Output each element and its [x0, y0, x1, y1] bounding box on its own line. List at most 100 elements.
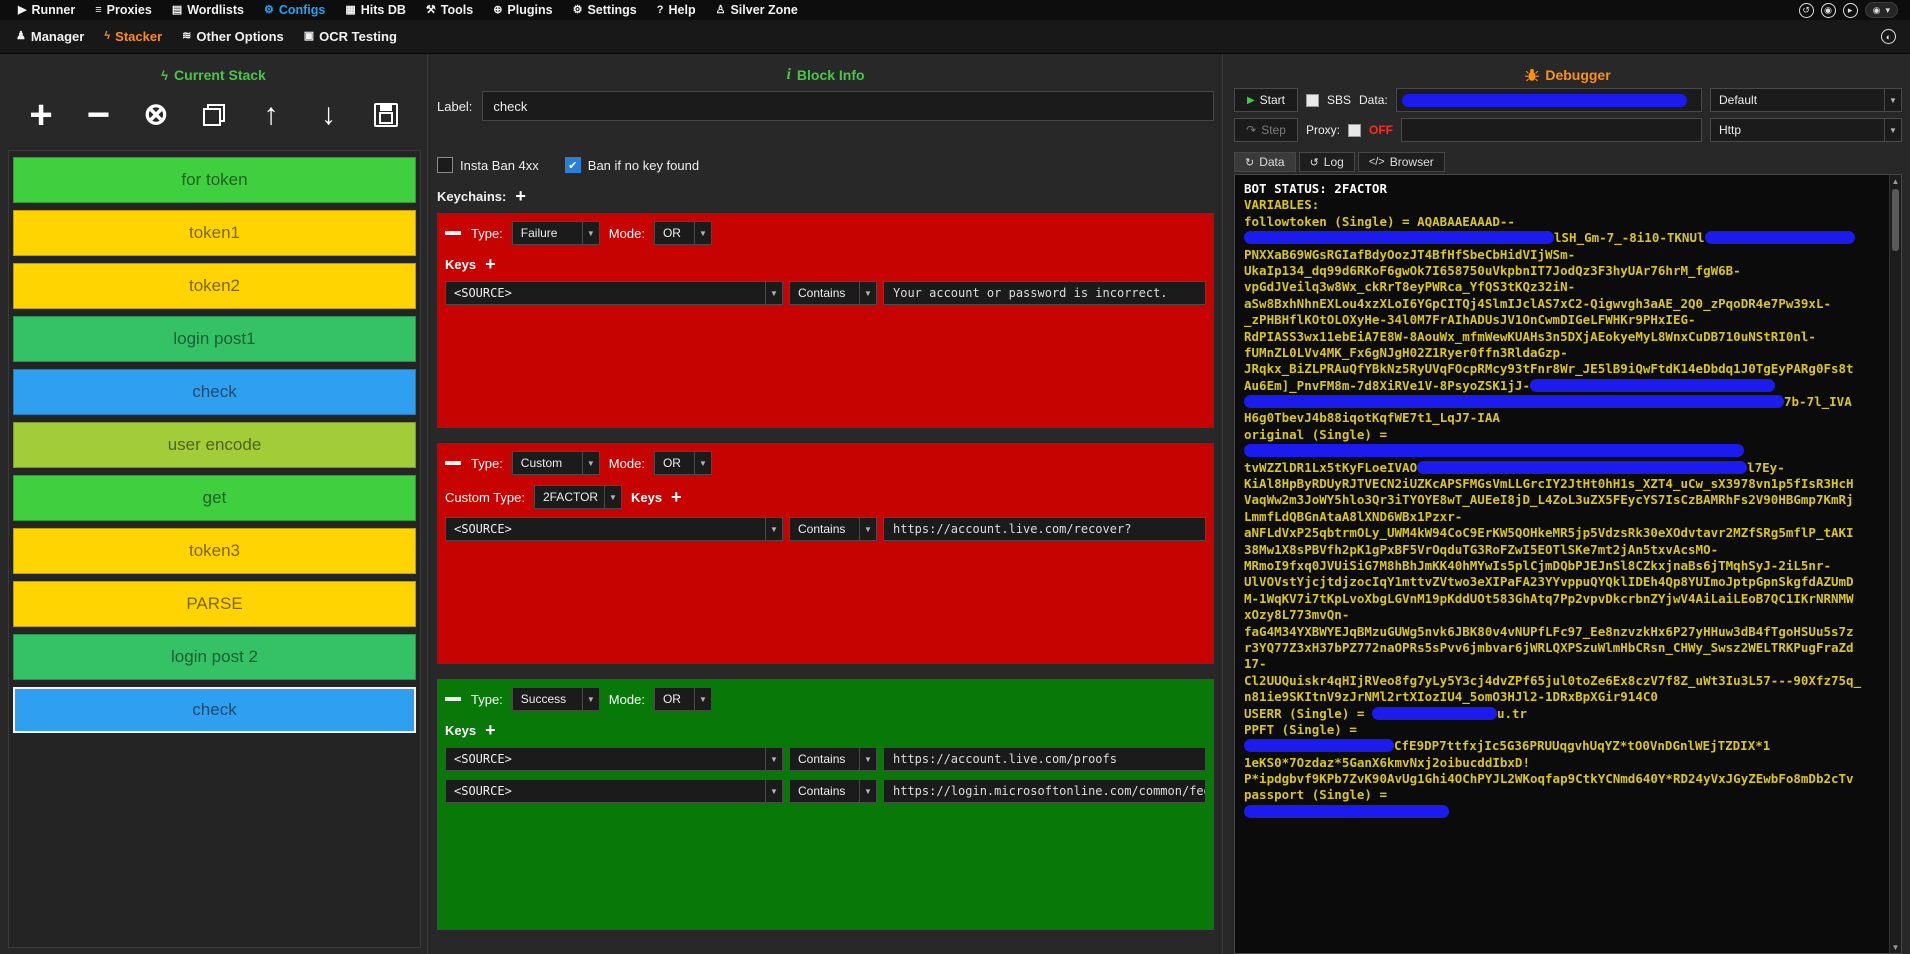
custom-type-dropdown[interactable]: 2FACTOR▼ — [534, 485, 622, 509]
remove-keychain-button[interactable] — [445, 231, 461, 235]
keychain-mode-dropdown[interactable]: OR▼ — [654, 451, 712, 475]
key-value-input[interactable]: Your account or password is incorrect. — [883, 281, 1206, 305]
stack-add-button[interactable]: + — [24, 95, 58, 135]
key-source-dropdown[interactable]: <SOURCE>▼ — [445, 517, 783, 541]
stack-block[interactable]: token1 — [13, 210, 416, 256]
stack-move-down-button[interactable]: ↓ — [312, 95, 346, 135]
start-button[interactable]: ▶ Start — [1234, 88, 1298, 112]
key-source-dropdown[interactable]: <SOURCE>▼ — [445, 281, 783, 305]
scrollbar-thumb[interactable] — [1892, 189, 1899, 251]
stack-block[interactable]: get — [13, 475, 416, 521]
history-icon[interactable]: ↺ — [1799, 3, 1814, 18]
capture-pill[interactable]: ◉▾ — [1865, 2, 1898, 18]
tab-log[interactable]: ↺Log — [1299, 152, 1355, 172]
tab-data[interactable]: ↻Data — [1234, 152, 1296, 172]
key-comparer-dropdown[interactable]: Contains▼ — [789, 779, 877, 803]
key-comparer-dropdown[interactable]: Contains▼ — [789, 281, 877, 305]
log-line: Au6Em]_PnvFM8m-7d8XiRVe1V-8PsyoZSK1jJ- — [1244, 378, 1885, 394]
video-icon[interactable]: ▸ — [1843, 3, 1858, 18]
key-value-input[interactable]: https://account.live.com/proofs — [883, 747, 1206, 771]
dropdown-value: OR — [655, 222, 694, 244]
keychain-type-dropdown[interactable]: Failure▼ — [512, 221, 600, 245]
stack-block[interactable]: login post1 — [13, 316, 416, 362]
proxy-type-dropdown[interactable]: Http ▼ — [1710, 118, 1902, 142]
menu-item-wordlists[interactable]: ▤Wordlists — [162, 0, 254, 20]
keychain-mode-dropdown[interactable]: OR▼ — [654, 221, 712, 245]
checkbox-ban-if-no-key-found[interactable]: ✔ — [565, 157, 581, 173]
stack-clone-button[interactable] — [197, 95, 231, 135]
menu-item-help[interactable]: ?Help — [647, 0, 706, 20]
add-key-button[interactable]: + — [485, 255, 496, 273]
redaction-scribble — [1244, 444, 1744, 457]
stack-block[interactable]: user encode — [13, 422, 416, 468]
stack-block[interactable]: check — [13, 687, 416, 733]
log-line: lSH_Gm-7_-8i10-TKNUl — [1244, 230, 1885, 246]
camera-icon[interactable]: ◉ — [1821, 3, 1836, 18]
block-label-input[interactable] — [482, 91, 1214, 121]
key-row: <SOURCE>▼Contains▼https://login.microsof… — [445, 779, 1206, 803]
key-source-dropdown[interactable]: <SOURCE>▼ — [445, 747, 783, 771]
key-value-input[interactable]: https://login.microsoftonline.com/common… — [883, 779, 1206, 803]
step-button[interactable]: ↷ Step — [1234, 118, 1298, 142]
log-text: VaqWw2m3JoWY5hlo3Qr3iTYOYE8wT_AUEeI8jD_L… — [1244, 492, 1854, 507]
menu-item-configs[interactable]: ⚙Configs — [254, 0, 335, 20]
log-line — [1244, 443, 1885, 459]
menu-item-hits-db[interactable]: ▦Hits DB — [335, 0, 416, 20]
stack-block[interactable]: PARSE — [13, 581, 416, 627]
scroll-up-arrow[interactable]: ▲ — [1890, 175, 1901, 187]
dropdown-value: Custom — [513, 452, 582, 474]
stack-block[interactable]: login post 2 — [13, 634, 416, 680]
proxy-input[interactable] — [1401, 118, 1702, 142]
wordlist-type-dropdown[interactable]: Default ▼ — [1710, 88, 1902, 112]
info-icon: i — [786, 67, 790, 83]
key-value-input[interactable]: https://account.live.com/recover? — [883, 517, 1206, 541]
menu-item-settings[interactable]: ⚙Settings — [563, 0, 647, 20]
sbs-checkbox[interactable] — [1306, 94, 1319, 107]
tab-browser[interactable]: </>Browser — [1358, 152, 1445, 172]
log-line: fUMnZL0LVv4MK_Fx6gNJgH02Z1Ryer0ffn3RldaG… — [1244, 345, 1885, 361]
data-input[interactable] — [1396, 88, 1702, 112]
log-line: aNFLdVxP25qbtrmOLy_UWM4kW94CoC9ErKW5QOHk… — [1244, 525, 1885, 541]
add-key-button[interactable]: + — [485, 721, 496, 739]
log-line: aSw8BxhNhnEXLou4xzXLoI6YGpCITQj4SlmIJclA… — [1244, 296, 1885, 312]
stack-move-up-button[interactable]: ↑ — [254, 95, 288, 135]
dropdown-value: <SOURCE> — [446, 748, 765, 770]
remove-keychain-button[interactable] — [445, 697, 461, 701]
key-comparer-dropdown[interactable]: Contains▼ — [789, 747, 877, 771]
keychain-mode-dropdown[interactable]: OR▼ — [654, 687, 712, 711]
stack-save-button[interactable] — [369, 95, 403, 135]
stack-block[interactable]: for token — [13, 157, 416, 203]
scroll-down-arrow[interactable]: ▼ — [1890, 941, 1901, 953]
log-text: tvWZZlDR1Lx5tKyFLoeIVAO — [1244, 460, 1417, 475]
add-key-button[interactable]: + — [671, 488, 682, 506]
menu-item-plugins[interactable]: ⊕Plugins — [483, 0, 562, 20]
stack-disable-button[interactable]: ⊗ — [139, 95, 173, 135]
stack-block[interactable]: token2 — [13, 263, 416, 309]
key-source-dropdown[interactable]: <SOURCE>▼ — [445, 779, 783, 803]
menu-item-manager[interactable]: ♟Manager — [6, 20, 94, 53]
key-comparer-dropdown[interactable]: Contains▼ — [789, 517, 877, 541]
keychain-type-dropdown[interactable]: Success▼ — [512, 687, 600, 711]
stack-remove-button[interactable]: − — [82, 95, 116, 135]
checkbox-insta-ban-4xx[interactable] — [437, 157, 453, 173]
menu-item-stacker[interactable]: ϟStacker — [94, 20, 172, 53]
menu-item-tools[interactable]: ⚒Tools — [416, 0, 483, 20]
stack-block[interactable]: check — [13, 369, 416, 415]
add-keychain-button[interactable]: + — [515, 187, 526, 205]
menu-item-other-options[interactable]: ≋Other Options — [172, 20, 294, 53]
menu-item-runner[interactable]: ▶Runner — [8, 0, 85, 20]
keychain-type-dropdown[interactable]: Custom▼ — [512, 451, 600, 475]
menu-item-silver-zone[interactable]: ♙Silver Zone — [706, 0, 808, 20]
log-line: 7b-7l_IVA — [1244, 394, 1885, 410]
menu-item-ocr-testing[interactable]: ▣OCR Testing — [294, 20, 407, 53]
log-line: vpGdJVeilq3w8Wx_ckRrT8eyPWRca_YfQS3tKQz3… — [1244, 279, 1885, 295]
stack-block[interactable]: token3 — [13, 528, 416, 574]
tab-label: Log — [1324, 155, 1344, 169]
type-caption: Type: — [471, 226, 503, 241]
theme-icon[interactable]: ◐ — [1881, 29, 1896, 44]
block-info-title: i Block Info — [437, 66, 1214, 84]
proxy-checkbox[interactable] — [1348, 124, 1361, 137]
menu-item-proxies[interactable]: ≡Proxies — [85, 0, 162, 20]
remove-keychain-button[interactable] — [445, 461, 461, 465]
scrollbar[interactable]: ▲ ▼ — [1889, 175, 1901, 953]
